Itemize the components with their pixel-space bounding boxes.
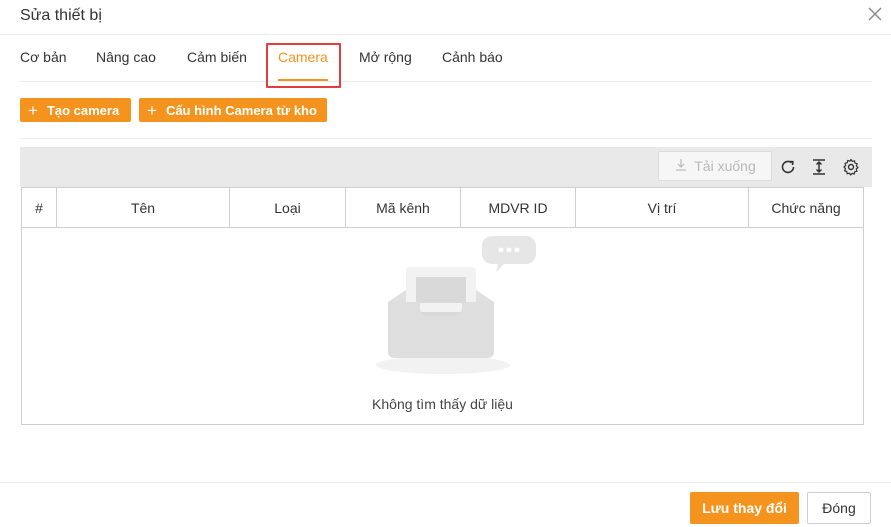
tab-highlight-box	[266, 43, 341, 88]
dialog-title: Sửa thiết bị	[20, 7, 102, 24]
refresh-icon[interactable]	[779, 158, 797, 176]
config-camera-label: Cấu hình Camera từ kho	[165, 102, 317, 118]
download-icon	[674, 158, 688, 175]
empty-text: Không tìm thấy dữ liệu	[372, 396, 513, 412]
settings-icon[interactable]	[842, 158, 860, 176]
tab-bar: Cơ bản Nâng cao Cảm biến Camera Mở rộng …	[20, 36, 872, 88]
save-changes-button[interactable]: Lưu thay đổi	[690, 492, 799, 524]
config-camera-from-store-button[interactable]: + Cấu hình Camera từ kho	[139, 98, 327, 122]
tab-advanced[interactable]: Nâng cao	[96, 49, 156, 65]
camera-table: # Tên Loại Mã kênh MDVR ID Vị trí Chức n…	[21, 187, 864, 425]
tab-extension[interactable]: Mở rộng	[359, 49, 412, 65]
column-channel-code[interactable]: Mã kênh	[346, 188, 461, 227]
column-actions[interactable]: Chức năng	[749, 188, 863, 227]
column-index[interactable]: #	[22, 188, 57, 227]
empty-state: Không tìm thấy dữ liệu	[22, 228, 863, 424]
column-name[interactable]: Tên	[57, 188, 230, 227]
plus-icon: +	[28, 100, 38, 120]
column-position[interactable]: Vị trí	[576, 188, 749, 227]
dialog-footer: Lưu thay đổi Đóng	[0, 482, 891, 527]
table-header: # Tên Loại Mã kênh MDVR ID Vị trí Chức n…	[22, 188, 863, 228]
tab-basic[interactable]: Cơ bản	[20, 49, 67, 65]
create-camera-button[interactable]: + Tạo camera	[20, 98, 131, 122]
grid-toolbar: Tải xuống	[20, 147, 872, 187]
plus-icon: +	[147, 100, 157, 120]
download-button[interactable]: Tải xuống	[658, 151, 772, 181]
download-label: Tải xuống	[694, 158, 756, 174]
close-icon[interactable]	[868, 7, 882, 21]
column-type[interactable]: Loại	[230, 188, 346, 227]
create-camera-label: Tạo camera	[46, 102, 120, 118]
tab-alert[interactable]: Cảnh báo	[442, 49, 503, 65]
empty-data-illustration-icon	[374, 232, 544, 392]
divider	[20, 138, 872, 139]
column-height-icon[interactable]	[810, 158, 828, 176]
edit-device-dialog: Sửa thiết bị Cơ bản Nâng cao Cảm biến Ca…	[0, 0, 891, 527]
close-button[interactable]: Đóng	[807, 492, 871, 524]
tab-sensor[interactable]: Cảm biến	[187, 49, 247, 65]
column-mdvr-id[interactable]: MDVR ID	[461, 188, 576, 227]
dialog-header: Sửa thiết bị	[0, 0, 891, 35]
